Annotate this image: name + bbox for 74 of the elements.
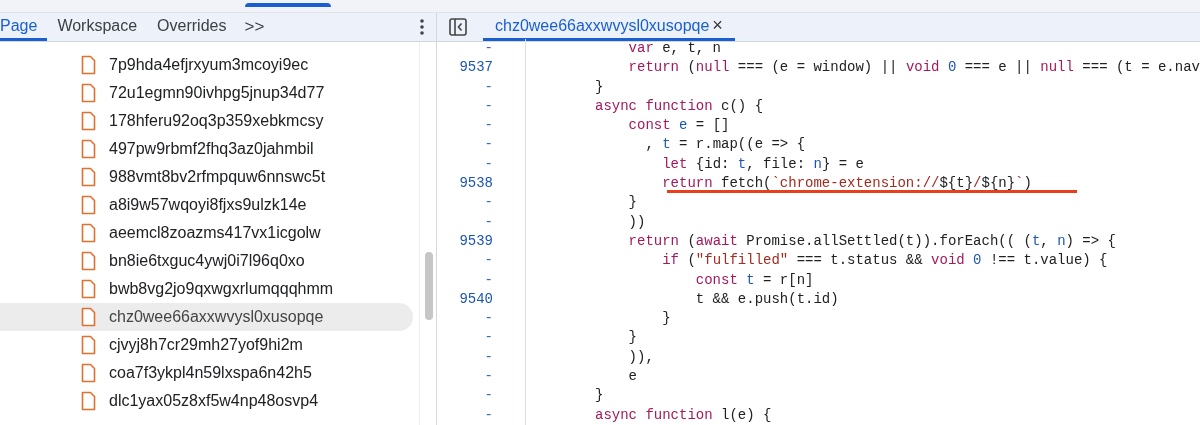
line-number: - — [483, 309, 494, 329]
code-line: let {id: t, file: n} = e — [661, 155, 864, 172]
code-line: return (await Promise.allSettled(t)).forEach(( (t, n) => { — [627, 232, 1116, 249]
code-line: var e, t, n — [627, 40, 722, 56]
line-number: - — [483, 405, 494, 425]
file-icon — [81, 167, 96, 187]
code-line: const t = r[n] — [694, 271, 814, 288]
code-line: return fetch(`chrome-extension://${t}/${n}`) — [661, 175, 1032, 192]
line-number: - — [483, 116, 494, 136]
line-number: 9539 — [458, 231, 494, 251]
file-tree-item[interactable]: 7p9hda4efjrxyum3mcoyi9ec — [0, 51, 413, 79]
file-icon — [81, 55, 96, 75]
file-tree-item[interactable]: coa7f3ykpl4n59lxspa6n42h5 — [0, 359, 413, 387]
file-icon — [81, 111, 96, 131]
code-line: )) — [627, 213, 646, 230]
code-line: } — [595, 78, 604, 95]
code-line: return (null === (e = window) || void 0 === e || null === (t = e.nav — [627, 59, 1200, 76]
line-number: - — [483, 193, 494, 213]
line-number: - — [483, 347, 494, 367]
file-tree-item[interactable]: cjvyj8h7cr29mh27yof9hi2m — [0, 331, 413, 359]
file-icon — [81, 139, 96, 159]
file-icon — [81, 391, 96, 411]
file-icon — [81, 307, 96, 327]
file-icon — [81, 335, 96, 355]
code-line: t && e.push(t.id) — [694, 290, 839, 307]
file-icon — [81, 363, 96, 383]
code-line: const e = [] — [627, 117, 730, 134]
line-number: 9538 — [458, 174, 494, 194]
line-number: - — [483, 386, 494, 406]
code-line: } — [627, 329, 637, 346]
code-line: , t = r.map((e => { — [644, 136, 806, 153]
line-number: - — [483, 39, 494, 58]
code-line: async function c() { — [595, 97, 764, 114]
more-options-icon[interactable] — [420, 19, 424, 35]
code-line: if ("fulfilled" === t.status && void 0 !== t.value) { — [661, 252, 1108, 269]
file-tree-item[interactable]: 72u1egmn90ivhpg5jnup34d77 — [0, 79, 413, 107]
file-tree-item[interactable]: chz0wee66axxwvysl0xusopqe — [0, 303, 413, 331]
line-number: - — [483, 367, 494, 387]
code-line: } — [661, 310, 671, 327]
file-tree-item[interactable]: aeemcl8zoazms417vx1icgolw — [0, 219, 413, 247]
navigator-tab[interactable]: Workspace — [47, 13, 148, 41]
close-icon[interactable]: × — [712, 12, 723, 39]
file-icon — [81, 279, 96, 299]
code-line: } — [595, 387, 604, 404]
file-icon — [81, 251, 96, 271]
more-tabs-button[interactable]: >> — [236, 13, 273, 41]
file-icon — [81, 195, 96, 215]
line-number: - — [483, 251, 494, 271]
file-tree-item[interactable]: bwb8vg2jo9qxwgxrlumqqqhmm — [0, 275, 413, 303]
file-tree-item[interactable]: a8i9w57wqoyi8fjxs9ulzk14e — [0, 191, 413, 219]
code-line: } — [627, 194, 637, 211]
line-number: - — [483, 270, 494, 290]
file-tree-item[interactable]: bn8ie6txguc4ywj0i7l96q0xo — [0, 247, 413, 275]
file-icon — [81, 83, 96, 103]
file-tree-item[interactable]: 178hferu92oq3p359xebkmcsy — [0, 107, 413, 135]
file-tree-item[interactable]: 497pw9rbmf2fhq3az0jahmbil — [0, 135, 413, 163]
line-number: - — [483, 328, 494, 348]
scrollbar-thumb[interactable] — [425, 252, 433, 320]
line-number: - — [483, 154, 494, 174]
line-number: 9537 — [458, 58, 494, 78]
line-number: - — [483, 212, 494, 232]
line-number: 9540 — [458, 289, 494, 309]
line-number: - — [483, 96, 494, 116]
navigator-tab[interactable]: Page — [0, 13, 48, 41]
code-line: e — [627, 368, 637, 385]
file-tree-item[interactable]: 988vmt8bv2rfmpquw6nnswc5t — [0, 163, 413, 191]
file-tree-item[interactable]: dlc1yax05z8xf5w4np48osvp4 — [0, 387, 413, 415]
navigator-tab[interactable]: Overrides — [147, 13, 237, 41]
sidebar-toggle-icon[interactable] — [449, 18, 467, 36]
line-number: - — [483, 77, 494, 97]
code-line: async function l(e) { — [595, 406, 772, 423]
file-icon — [81, 223, 96, 243]
line-number: - — [483, 135, 494, 155]
code-line: )), — [627, 348, 654, 365]
